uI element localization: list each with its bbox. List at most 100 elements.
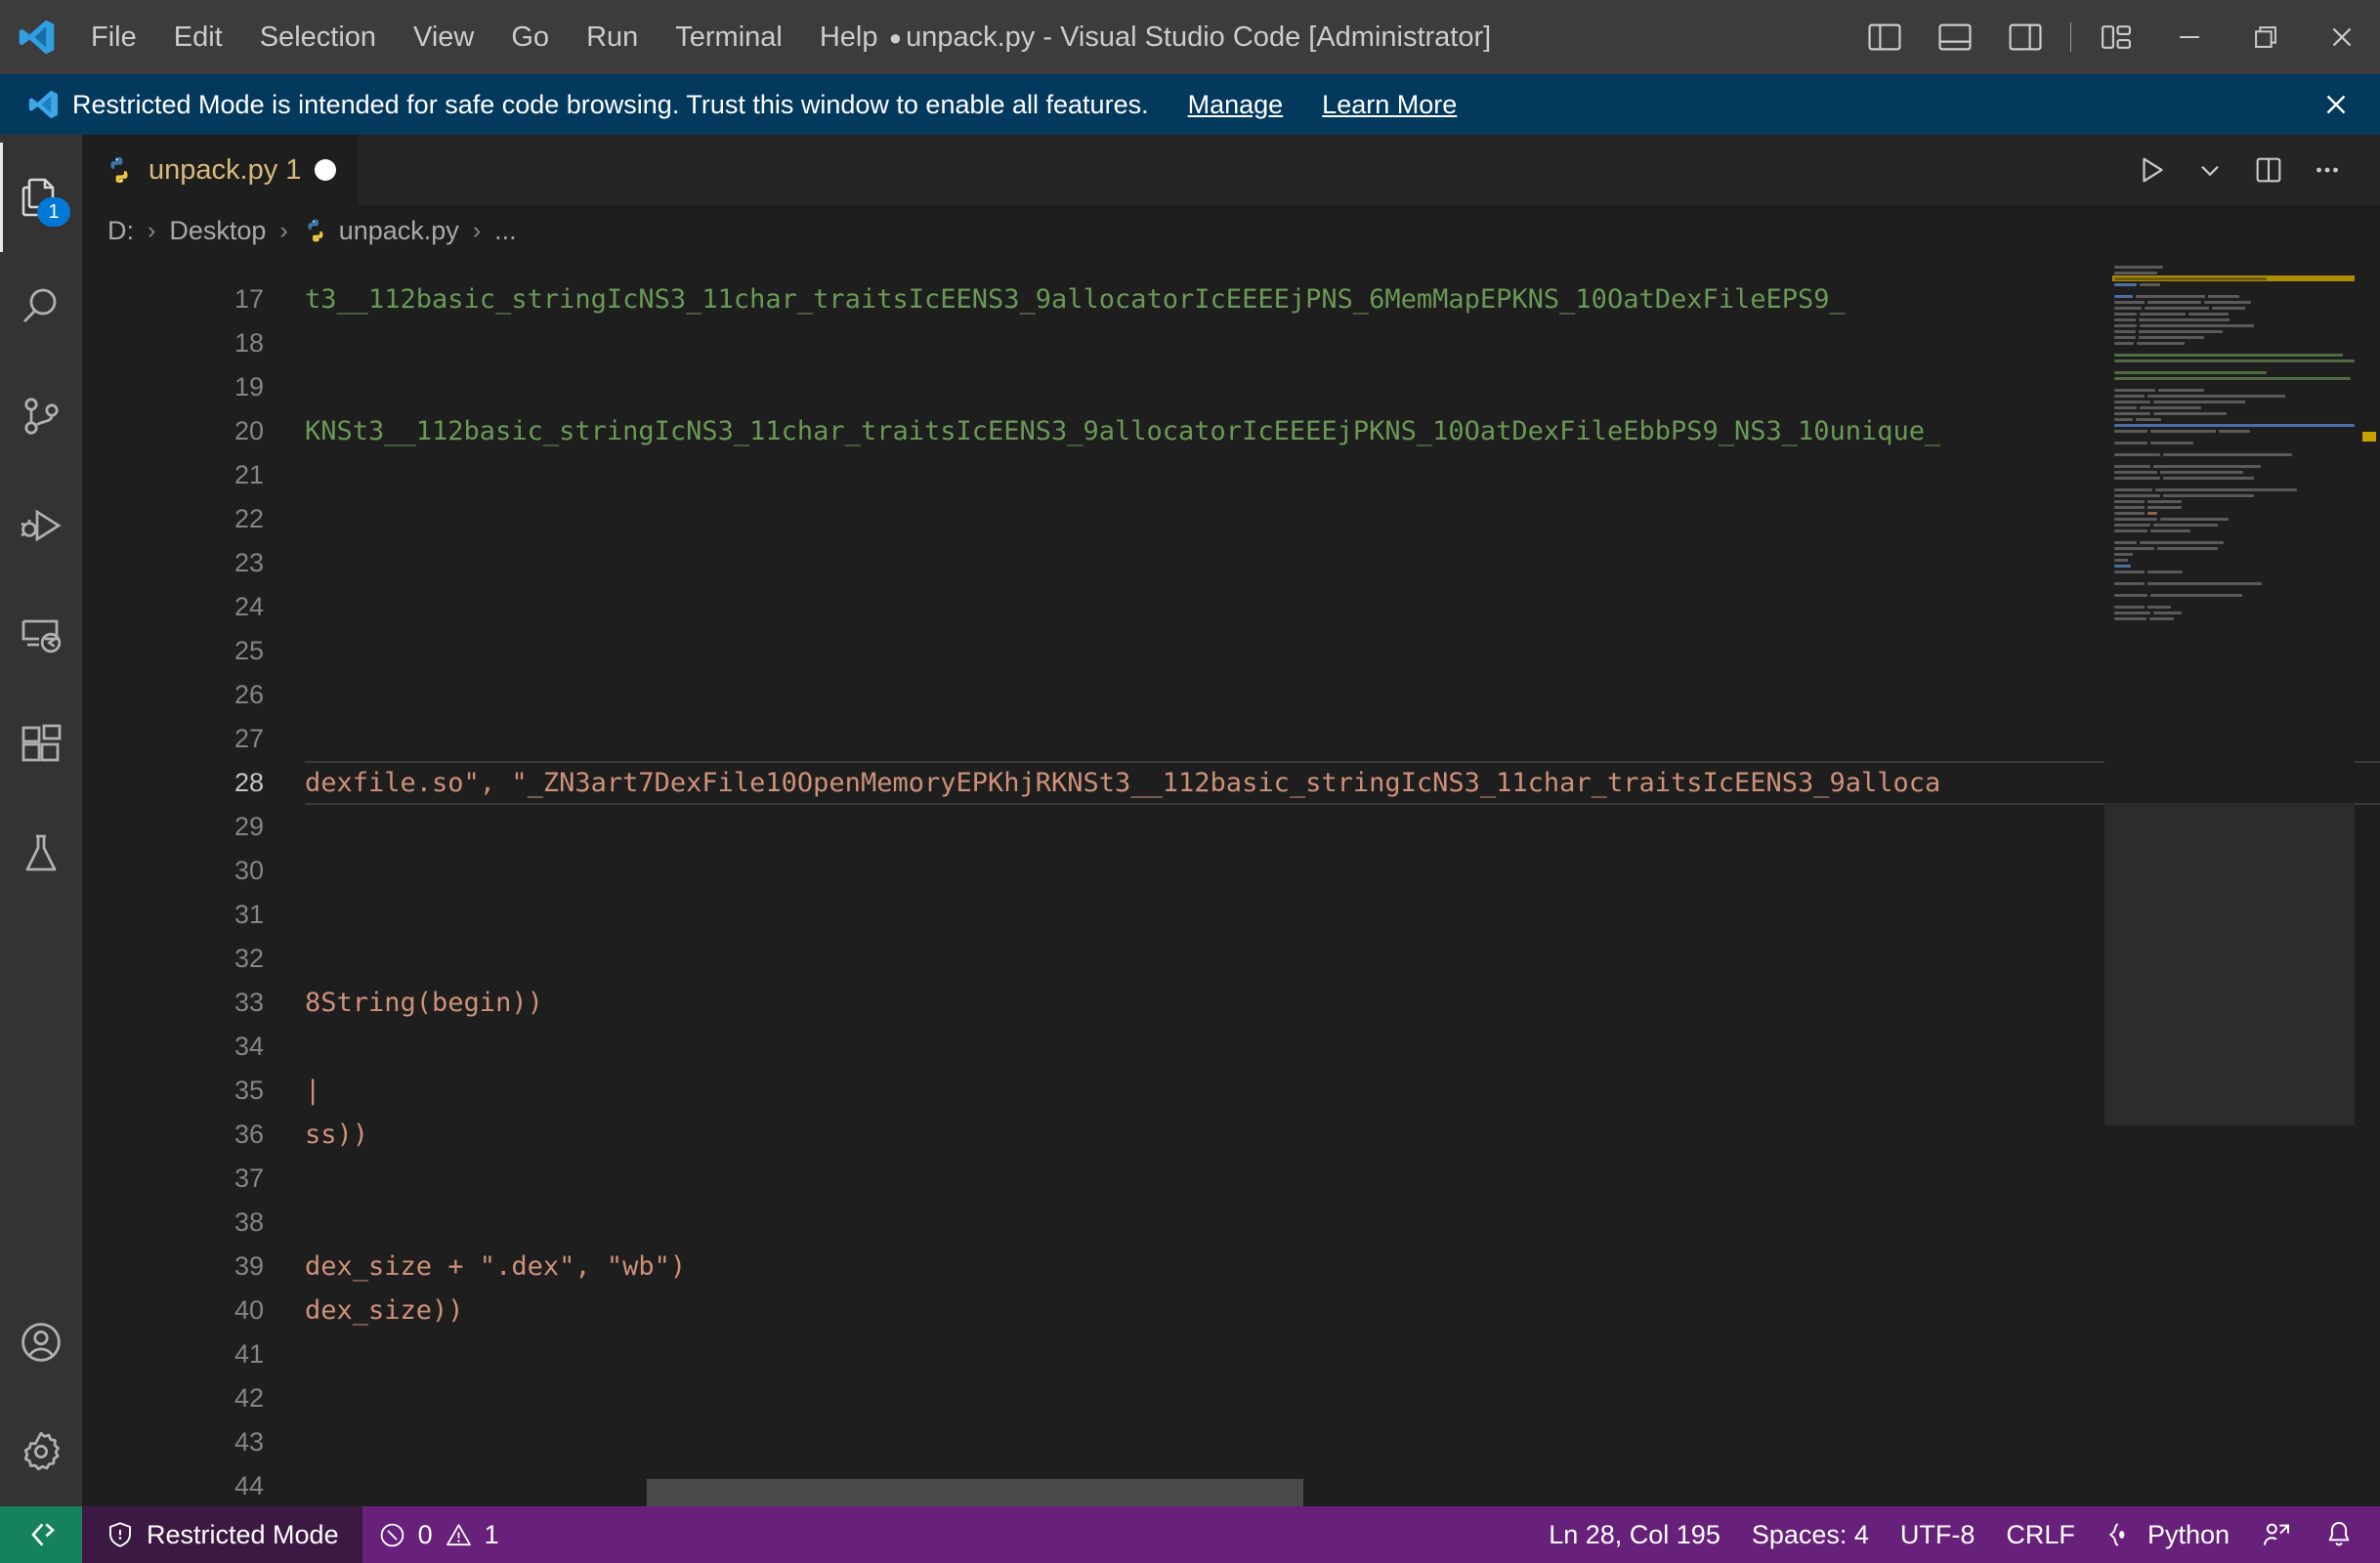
breadcrumb-item-file[interactable]: unpack.py xyxy=(302,216,459,246)
banner-learn-more-link[interactable]: Learn More xyxy=(1322,90,1457,120)
menu-go[interactable]: Go xyxy=(492,16,568,60)
status-problems[interactable]: 0 1 xyxy=(362,1506,515,1563)
chevron-down-icon[interactable] xyxy=(2183,143,2237,197)
menu-bar: File Edit Selection View Go Run Terminal… xyxy=(72,16,897,60)
breadcrumb-item-symbols[interactable]: ... xyxy=(494,216,517,246)
line-number: 42 xyxy=(234,1383,264,1413)
minimap-slider[interactable] xyxy=(2104,803,2355,1125)
minimize-button[interactable] xyxy=(2151,0,2228,74)
code-line[interactable]: 34 xyxy=(82,1025,2380,1069)
minimap-segment xyxy=(2147,570,2184,573)
minimap-segment xyxy=(2114,558,2129,562)
code-line[interactable]: 33 8String(begin)) xyxy=(82,981,2380,1025)
split-editor-icon[interactable] xyxy=(2241,143,2296,197)
sidebar-item-testing[interactable] xyxy=(0,799,82,908)
editor-horizontal-scrollbar[interactable] xyxy=(82,1479,2104,1506)
menu-edit[interactable]: Edit xyxy=(155,16,241,60)
sidebar-item-run-and-debug[interactable] xyxy=(0,471,82,580)
code-line[interactable]: 19 xyxy=(82,365,2380,409)
code-line[interactable]: 39 dex_size + ".dex", "wb") xyxy=(82,1245,2380,1288)
live-share-icon[interactable] xyxy=(2245,1506,2308,1563)
minimap-segment xyxy=(2114,388,2156,392)
banner-manage-link[interactable]: Manage xyxy=(1188,90,1284,120)
minimap-segment xyxy=(2114,476,2160,480)
status-indentation[interactable]: Spaces: 4 xyxy=(1736,1506,1885,1563)
minimap-segment xyxy=(2208,294,2239,298)
bell-icon[interactable] xyxy=(2308,1506,2370,1563)
sidebar-item-extensions[interactable] xyxy=(0,690,82,799)
code-line-text: 8String(begin)) xyxy=(305,988,543,1018)
accounts-icon[interactable] xyxy=(0,1288,82,1397)
breadcrumb-item-drive[interactable]: D: xyxy=(107,216,134,246)
menu-terminal[interactable]: Terminal xyxy=(657,16,801,60)
status-editor-position[interactable]: Ln 28, Col 195 xyxy=(1533,1506,1736,1563)
remote-window-icon[interactable] xyxy=(0,1506,82,1563)
tabs-empty-space xyxy=(359,135,2124,205)
toggle-secondary-sidebar-icon[interactable] xyxy=(1990,0,2061,74)
sidebar-item-search[interactable] xyxy=(0,252,82,361)
vscode-shield-icon xyxy=(21,87,64,122)
menu-selection[interactable]: Selection xyxy=(241,16,395,60)
horizontal-scrollbar-thumb[interactable] xyxy=(647,1479,1303,1506)
code-line[interactable]: 31 xyxy=(82,893,2380,937)
tab-dirty-indicator[interactable] xyxy=(315,159,337,181)
minimap-segment xyxy=(2189,312,2229,316)
menu-help[interactable]: Help xyxy=(801,16,897,60)
status-language-mode[interactable]: Python xyxy=(2091,1506,2245,1563)
code-line[interactable]: 32 xyxy=(82,937,2380,981)
play-icon[interactable] xyxy=(2124,143,2179,197)
tab-unpack-py[interactable]: unpack.py 1 xyxy=(82,135,360,205)
code-line[interactable]: 20 KNSt3__112basic_stringIcNS3_11char_tra… xyxy=(82,409,2380,453)
menu-file[interactable]: File xyxy=(72,16,155,60)
minimap-segment xyxy=(2153,400,2246,403)
minimap[interactable] xyxy=(2104,256,2355,1506)
title-bar-divider xyxy=(2070,22,2071,52)
status-language-label: Python xyxy=(2146,1519,2230,1549)
code-line[interactable]: 24 xyxy=(82,585,2380,629)
code-line[interactable]: 25 xyxy=(82,629,2380,673)
maximize-restore-button[interactable] xyxy=(2228,0,2304,74)
gear-icon[interactable] xyxy=(0,1397,82,1506)
toggle-panel-icon[interactable] xyxy=(1920,0,1990,74)
code-line[interactable]: 37 xyxy=(82,1157,2380,1201)
sidebar-item-remote-explorer[interactable] xyxy=(0,580,82,690)
breadcrumb-item-desktop[interactable]: Desktop xyxy=(169,216,266,246)
code-line[interactable]: 41 xyxy=(82,1332,2380,1376)
code-line[interactable]: 27 xyxy=(82,717,2380,761)
code-line[interactable]: 18 xyxy=(82,321,2380,365)
code-line-text: t3__112basic_stringIcNS3_11char_traitsIc… xyxy=(305,284,1846,315)
code-line[interactable]: 40 dex_size)) xyxy=(82,1288,2380,1332)
close-button[interactable] xyxy=(2304,0,2380,74)
minimap-segment xyxy=(2203,300,2252,304)
menu-run[interactable]: Run xyxy=(568,16,657,60)
code-line[interactable]: 28 dexfile.so", "_ZN3art7DexFile10OpenMem… xyxy=(82,761,2380,805)
ellipsis-icon[interactable] xyxy=(2300,143,2355,197)
warning-triangle-icon xyxy=(445,1521,473,1549)
banner-close-icon[interactable] xyxy=(2319,88,2353,121)
code-line[interactable]: 21 xyxy=(82,453,2380,497)
sidebar-item-explorer[interactable]: 1 xyxy=(0,143,82,252)
status-eol[interactable]: CRLF xyxy=(1990,1506,2091,1563)
minimap-segment xyxy=(2114,400,2151,403)
menu-view[interactable]: View xyxy=(395,16,492,60)
code-line[interactable]: 42 xyxy=(82,1376,2380,1420)
code-line[interactable]: 38 xyxy=(82,1201,2380,1245)
code-line[interactable]: 26 xyxy=(82,673,2380,717)
code-line[interactable]: 36 ss)) xyxy=(82,1113,2380,1157)
status-encoding[interactable]: UTF-8 xyxy=(1885,1506,1991,1563)
code-line[interactable]: 17 t3__112basic_stringIcNS3_11char_traits… xyxy=(82,277,2380,321)
customize-layout-icon[interactable] xyxy=(2081,0,2151,74)
python-file-icon xyxy=(104,154,135,186)
vscode-logo-icon xyxy=(0,16,72,59)
code-line[interactable]: 30 xyxy=(82,849,2380,893)
code-editor[interactable]: __ _ __ __ _ __ _ _ _ _ 17 t3__112basic_s… xyxy=(82,256,2380,1506)
code-line[interactable]: 35 | xyxy=(82,1069,2380,1113)
toggle-primary-sidebar-icon[interactable] xyxy=(1849,0,1920,74)
minimap-segment xyxy=(2159,517,2229,521)
code-line[interactable]: 29 xyxy=(82,805,2380,849)
status-restricted-mode[interactable]: Restricted Mode xyxy=(82,1506,362,1563)
sidebar-item-source-control[interactable] xyxy=(0,361,82,471)
code-line[interactable]: 43 xyxy=(82,1420,2380,1464)
code-line[interactable]: 22 xyxy=(82,497,2380,541)
code-line[interactable]: 23 xyxy=(82,541,2380,585)
